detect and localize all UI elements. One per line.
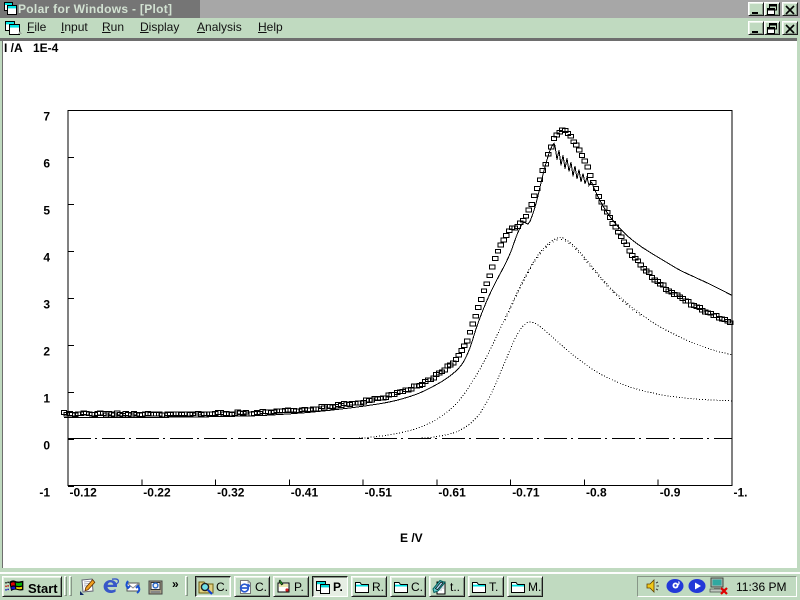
svg-text:-0.12: -0.12 [70,486,98,500]
svg-text:-1.: -1. [734,486,748,500]
svg-text:-0.22: -0.22 [143,486,171,500]
svg-text:-0.8: -0.8 [586,486,607,500]
svg-text:4: 4 [43,250,50,264]
svg-text:-0.9: -0.9 [660,486,681,500]
svg-text:0: 0 [43,438,50,452]
svg-text:7: 7 [43,109,50,123]
svg-text:1: 1 [43,391,50,405]
svg-text:-0.71: -0.71 [512,486,540,500]
svg-text:E /V: E /V [400,531,423,545]
svg-text:I /A: I /A [4,41,23,55]
svg-text:1E-4: 1E-4 [33,41,59,55]
svg-text:6: 6 [43,156,50,170]
svg-text:-0.32: -0.32 [217,486,245,500]
svg-text:-0.51: -0.51 [365,486,393,500]
svg-text:2: 2 [43,344,50,358]
svg-text:-0.61: -0.61 [438,486,466,500]
svg-text:3: 3 [43,297,50,311]
svg-text:5: 5 [43,203,50,217]
svg-text:-1: -1 [39,485,50,499]
svg-text:-0.41: -0.41 [291,486,319,500]
